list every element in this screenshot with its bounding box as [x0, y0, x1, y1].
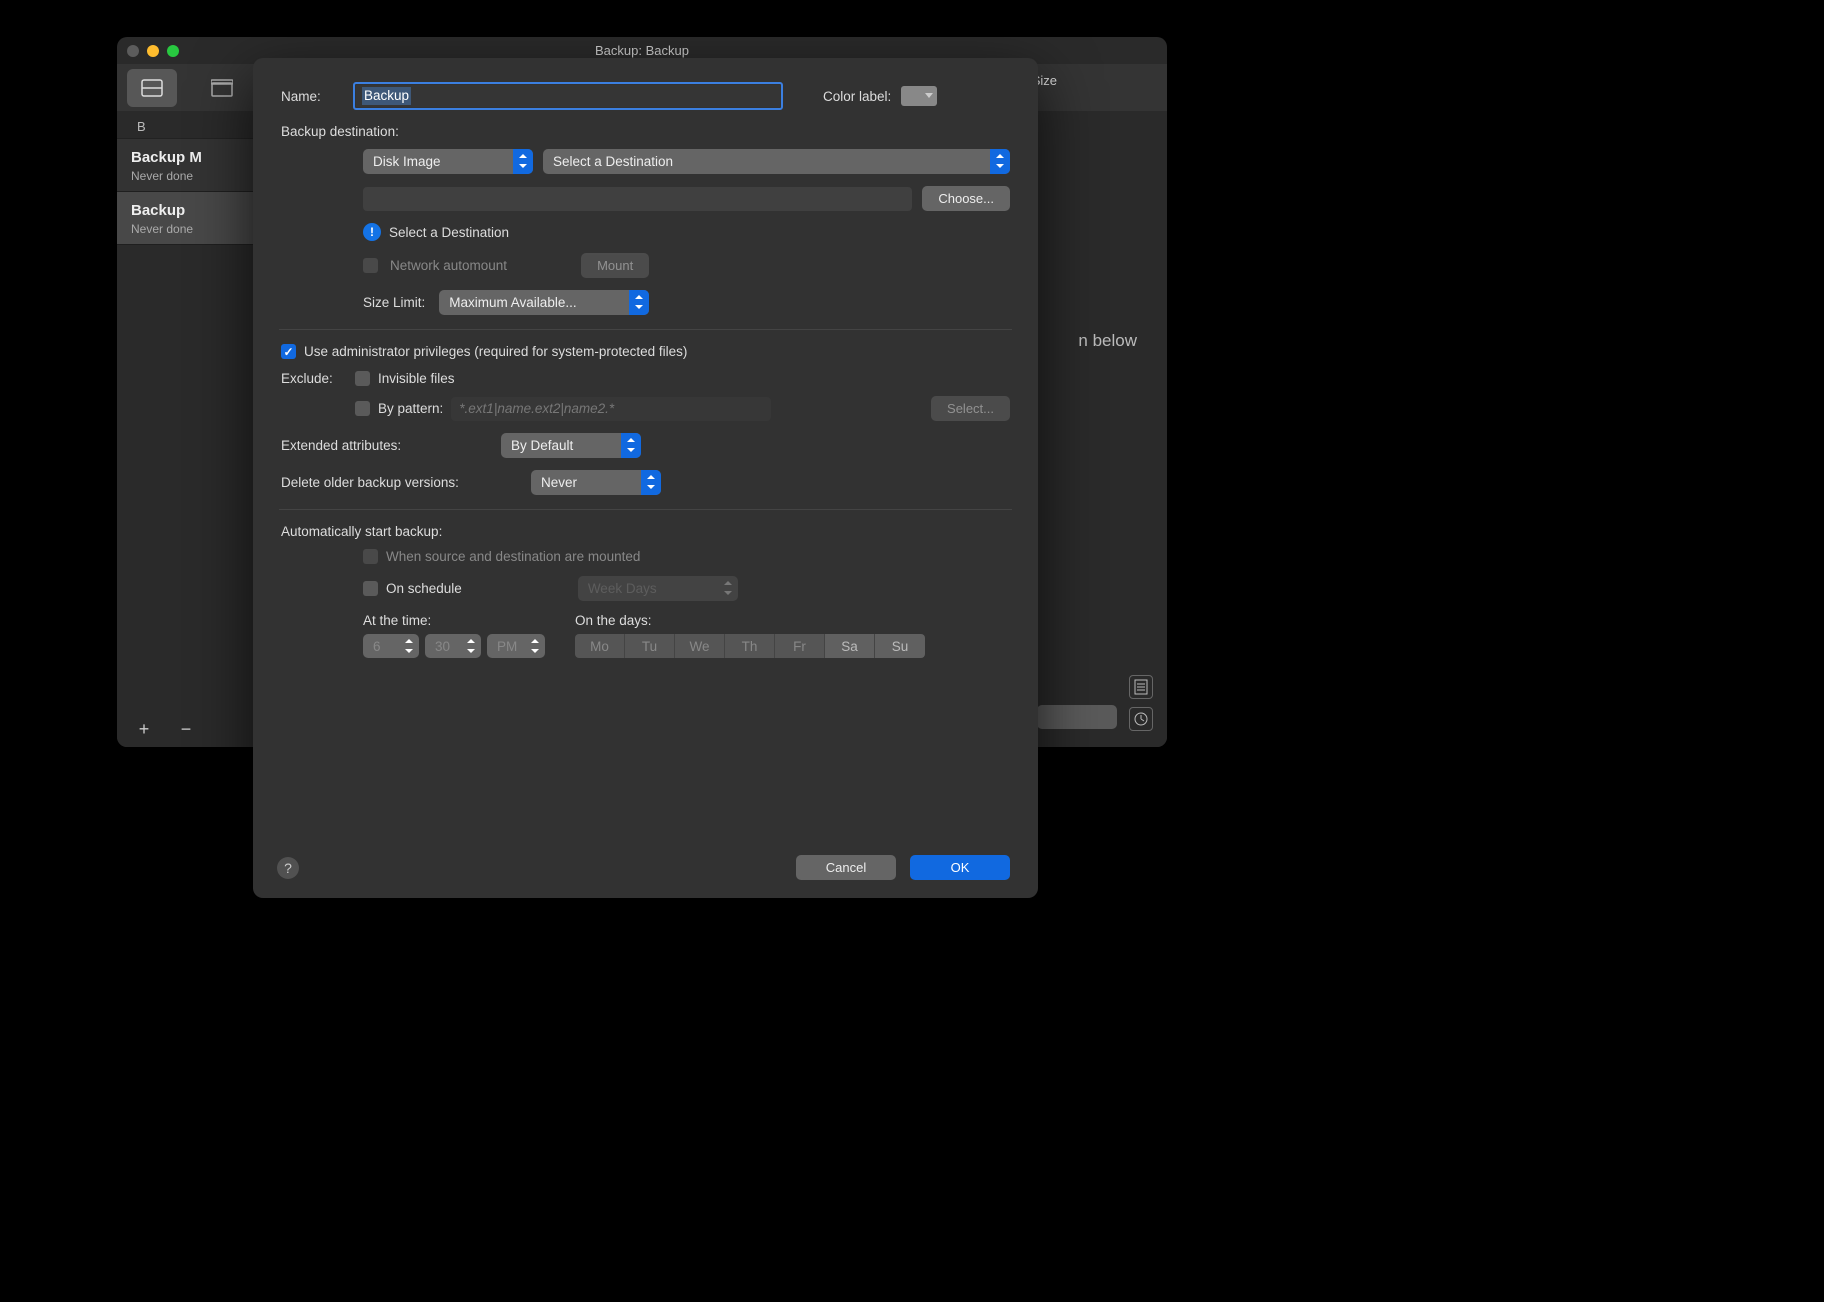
exclude-invisible-checkbox[interactable]	[355, 371, 370, 386]
traffic-lights	[127, 45, 179, 57]
destination-type-dropdown[interactable]: Disk Image	[363, 149, 533, 174]
admin-privileges-checkbox[interactable]	[281, 344, 296, 359]
day-sa: Sa	[825, 634, 875, 658]
day-fr: Fr	[775, 634, 825, 658]
right-side-icons	[1129, 675, 1153, 731]
time-hour-stepper: 6	[363, 634, 419, 658]
on-schedule-label: On schedule	[386, 581, 462, 596]
remove-button[interactable]: −	[177, 719, 195, 740]
schedule-type-dropdown: Week Days	[578, 576, 738, 601]
sidebar-item-title: Backup	[131, 202, 263, 219]
admin-privileges-label: Use administrator privileges (required f…	[304, 344, 687, 359]
day-we: We	[675, 634, 725, 658]
sidebar-item-title: Backup M	[131, 149, 263, 166]
ok-button[interactable]: OK	[910, 855, 1010, 880]
add-button[interactable]: +	[135, 719, 153, 740]
warning-icon: !	[363, 223, 381, 241]
destination-path-input[interactable]	[363, 187, 912, 211]
delete-older-dropdown[interactable]: Never	[531, 470, 661, 495]
box-icon	[211, 79, 233, 97]
tab-sources[interactable]	[127, 69, 177, 107]
name-input-value: Backup	[362, 87, 411, 105]
when-mounted-checkbox	[363, 549, 378, 564]
time-minute-stepper: 30	[425, 634, 481, 658]
mount-button: Mount	[581, 253, 649, 278]
cancel-button[interactable]: Cancel	[796, 855, 896, 880]
minimize-window-button[interactable]	[147, 45, 159, 57]
pattern-input[interactable]: *.ext1|name.ext2|name2.*	[451, 397, 771, 421]
name-input[interactable]: Backup	[353, 82, 783, 110]
color-label: Color label:	[823, 89, 891, 104]
name-label: Name:	[281, 89, 343, 104]
divider	[279, 329, 1012, 330]
on-schedule-checkbox[interactable]	[363, 581, 378, 596]
color-label-picker[interactable]	[901, 86, 937, 106]
exclude-invisible-label: Invisible files	[378, 371, 455, 386]
delete-older-label: Delete older backup versions:	[281, 475, 521, 490]
at-time-label: At the time:	[363, 613, 545, 628]
backup-destination-label: Backup destination:	[281, 124, 1010, 139]
extended-attributes-label: Extended attributes:	[281, 438, 491, 453]
schedule-icon[interactable]	[1129, 707, 1153, 731]
help-button[interactable]: ?	[277, 857, 299, 879]
time-ampm-stepper: PM	[487, 634, 545, 658]
destination-select-value: Select a Destination	[553, 154, 673, 169]
day-th: Th	[725, 634, 775, 658]
notes-icon[interactable]	[1129, 675, 1153, 699]
divider	[279, 509, 1012, 510]
close-window-button[interactable]	[127, 45, 139, 57]
on-days-label: On the days:	[575, 613, 925, 628]
exclude-pattern-checkbox[interactable]	[355, 401, 370, 416]
sidebar-item-subtitle: Never done	[131, 169, 263, 183]
background-button[interactable]	[1037, 705, 1117, 729]
sheet-footer: ? Cancel OK	[277, 855, 1010, 880]
sidebar-item-subtitle: Never done	[131, 222, 263, 236]
drive-icon	[141, 79, 163, 97]
day-su: Su	[875, 634, 925, 658]
destination-select-dropdown[interactable]: Select a Destination	[543, 149, 1010, 174]
window-title: Backup: Backup	[117, 43, 1167, 58]
auto-start-label: Automatically start backup:	[281, 524, 1010, 539]
size-limit-label: Size Limit:	[363, 295, 425, 310]
by-pattern-label: By pattern:	[378, 401, 443, 416]
backup-config-sheet: Name: Backup Color label: Backup destina…	[253, 58, 1038, 898]
extended-attributes-dropdown[interactable]: By Default	[501, 433, 641, 458]
choose-button[interactable]: Choose...	[922, 186, 1010, 211]
when-mounted-label: When source and destination are mounted	[386, 549, 640, 564]
exclude-label: Exclude:	[281, 371, 345, 386]
days-selector: Mo Tu We Th Fr Sa Su	[575, 634, 925, 658]
select-pattern-button: Select...	[931, 396, 1010, 421]
network-automount-label: Network automount	[390, 258, 507, 273]
background-hint-text: n below	[1078, 331, 1137, 351]
day-mo: Mo	[575, 634, 625, 658]
size-limit-dropdown[interactable]: Maximum Available...	[439, 290, 649, 315]
day-tu: Tu	[625, 634, 675, 658]
zoom-window-button[interactable]	[167, 45, 179, 57]
destination-type-value: Disk Image	[373, 154, 441, 169]
tab-archive[interactable]	[197, 69, 247, 107]
network-automount-checkbox	[363, 258, 378, 273]
destination-warning-text: Select a Destination	[389, 225, 509, 240]
